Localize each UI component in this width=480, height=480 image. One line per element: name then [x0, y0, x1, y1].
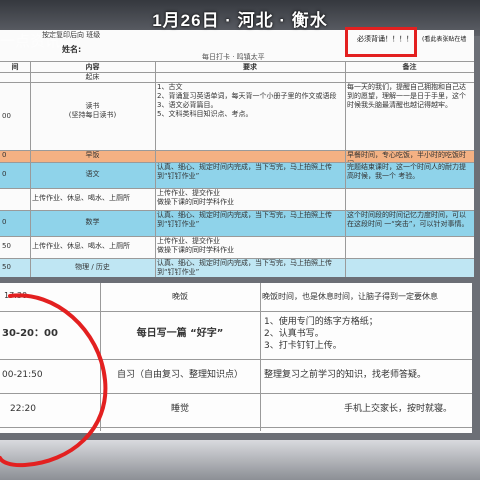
grid-line — [0, 258, 474, 259]
row-remark: 这个时间段的时间记忆力度时间，可以在这段时间 一“突击”，可以针对事情。 — [347, 211, 469, 228]
grid-line — [30, 61, 31, 277]
row-detail: 整理复习之前学习的知识，找老师答疑。 — [264, 370, 427, 380]
grid-line — [0, 427, 472, 428]
row-time: 00-21:50 — [2, 370, 43, 380]
row-content: 自习（自由复习、整理知识点） — [116, 370, 243, 380]
row-detail: 1、使用专门的练字方格纸； 2、认真书写。 3、打卡钉钉上传。 — [264, 317, 378, 351]
grid-line — [0, 393, 472, 394]
row-time — [0, 188, 30, 210]
header-requirement: 要求 — [243, 63, 257, 71]
row-requirement: 1、古文 2、背诵复习英语单词，每天背一个小册子里的作文或语段 3、语文必背篇目… — [157, 83, 337, 118]
background-bottom — [0, 440, 480, 480]
watermark: 一点资讯 — [0, 32, 61, 50]
row-content: 上传作业、休息、喝水、上厕所 — [32, 194, 130, 202]
row-time: 0 — [2, 151, 7, 159]
row-remark: 完题结束课时，这一个时间人的耐力提高时候，我一个 考验。 — [347, 163, 466, 180]
row-remark: 每一天的我们，提醒自己拥抱和自己达到的愿望，理解一一是日于手里，这个时候我头脑最… — [347, 83, 466, 109]
grid-line — [0, 82, 474, 83]
grid-line — [0, 210, 474, 211]
grid-line — [0, 311, 472, 312]
grid-line — [0, 359, 472, 360]
row-time: 50 — [2, 242, 11, 250]
schedule-sheet-bottom: 17:30 晚饭 晚饭时间，也是休息时间，让脑子得到一定要休息 30-20：00… — [0, 283, 472, 433]
post-note: (看此表张贴在墙 — [422, 36, 467, 43]
info-top-line: 按定复印后向 班级 — [42, 31, 101, 39]
row-time: 0 — [2, 218, 7, 226]
grid-line — [0, 162, 474, 163]
row-requirement: 上传作业、提交作业 做操下课的同时学科作业 — [157, 237, 234, 254]
row-content: 语文 — [85, 170, 100, 178]
grid-line — [0, 72, 474, 73]
row-detail: 晚饭时间，也是休息时间，让脑子得到一定要休息 — [262, 292, 438, 301]
header-time: 间 — [11, 63, 19, 71]
row-content: 早饭 — [85, 151, 100, 159]
grid-line — [0, 188, 474, 189]
red-highlight-box — [345, 27, 417, 57]
row-content: 物理 / 历史 — [75, 263, 110, 271]
grid-line — [155, 61, 156, 277]
grid-line — [0, 61, 474, 62]
row-time: 00 — [2, 112, 11, 120]
row-requirement: 认真、细心、规定时间内完成，当下写完，马上拍照上传到“钉钉作业” — [157, 163, 332, 180]
grid-line — [0, 150, 474, 151]
schedule-sheet-top: 按定复印后向 班级 姓名: 每日打卡 · 鸣镇太平 必须背诵！！！！ (看此表张… — [0, 30, 474, 277]
row-time: 50 — [2, 263, 11, 271]
row-time: 22:20 — [10, 404, 36, 414]
header-content: 内容 — [85, 63, 100, 71]
row-detail: 手机上交家长，按时就寝。 — [343, 404, 452, 414]
grid-line — [0, 236, 474, 237]
row-time: 30-20：00 — [2, 328, 58, 339]
row-remark: 早餐时间，专心吃饭，半小时的吃饭时间 — [347, 151, 466, 162]
row-time: 17:30 — [4, 291, 28, 300]
row-requirement: 认真、细心、规定时间内完成，当下写完，马上拍照上传到“钉钉作业” — [157, 211, 332, 228]
row-time: 0 — [2, 170, 7, 178]
grid-line — [260, 283, 261, 431]
row-content: 读书 (坚持每日读书) — [68, 102, 117, 119]
row-content: 上传作业、休息、喝水、上厕所 — [32, 242, 130, 250]
name-label: 姓名: — [62, 45, 82, 54]
row-content: 每日写一篇 “好字” — [136, 328, 224, 339]
row-requirement: 认真、细心、规定时间内完成，当下写完，马上拍照上传到“钉钉作业” — [157, 259, 332, 276]
row-time — [0, 72, 30, 82]
grid-line — [100, 283, 101, 431]
row-content: 起床 — [85, 73, 100, 81]
row-requirement: 上传作业、提交作业 做操下课的同时学科作业 — [157, 189, 234, 206]
row-content: 数学 — [85, 218, 100, 226]
row-content: 睡觉 — [170, 404, 189, 414]
row-content: 晚饭 — [172, 292, 188, 301]
header-remark: 备注 — [402, 63, 417, 71]
grid-line — [345, 61, 346, 277]
